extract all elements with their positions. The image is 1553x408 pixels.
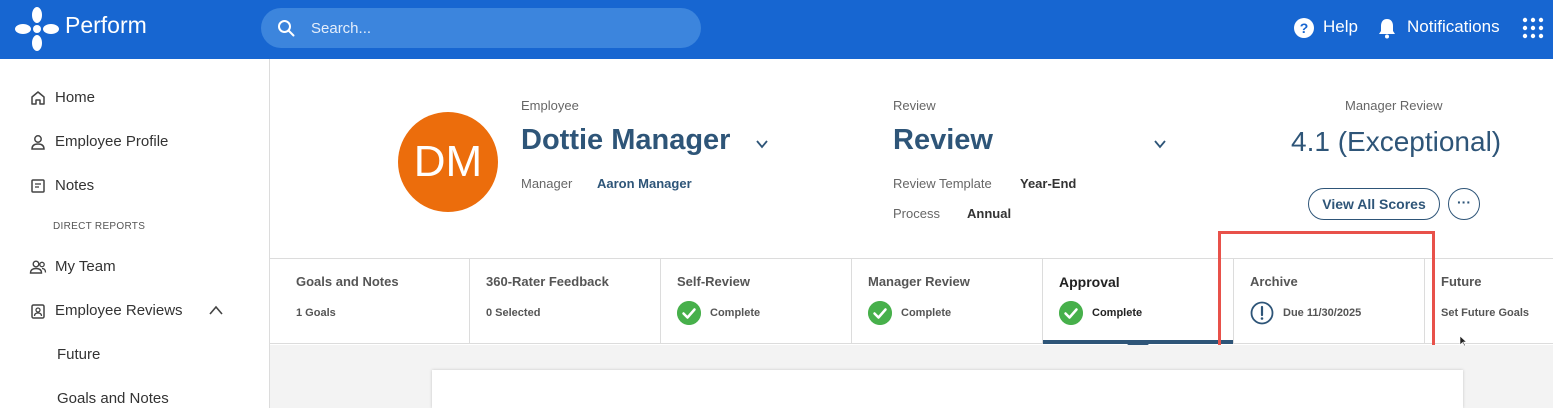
sidebar-item-employee-reviews[interactable]: Employee Reviews <box>0 293 269 329</box>
manager-label: Manager <box>521 176 573 191</box>
employee-label: Employee <box>521 98 579 113</box>
content-card <box>432 370 1463 408</box>
tab-title: Manager Review <box>868 274 970 289</box>
home-icon <box>31 91 45 105</box>
sidebar-item-label: Notes <box>55 177 95 194</box>
tab-status: Complete <box>901 307 952 319</box>
sidebar-item-notes[interactable]: Notes <box>0 168 269 204</box>
tab-self-review[interactable]: Self-Review Complete <box>661 259 852 344</box>
tab-status: Set Future Goals <box>1441 307 1530 319</box>
tab-title: Future <box>1441 274 1482 289</box>
highlight-box <box>1218 231 1435 363</box>
employee-name[interactable]: Dottie Manager <box>521 124 730 157</box>
apps-grid-icon[interactable] <box>1522 17 1544 39</box>
tab-approval[interactable]: Approval Complete <box>1043 259 1234 344</box>
process-value: Annual <box>967 206 1012 221</box>
search-icon <box>278 20 295 37</box>
tab-status: Complete <box>1092 307 1143 319</box>
checkmark-icon <box>677 301 701 325</box>
brand-name[interactable]: Perform <box>65 12 147 39</box>
more-options-button[interactable]: ··· <box>1448 188 1480 220</box>
tab-360-rater-feedback[interactable]: 360-Rater Feedback 0 Selected <box>470 259 661 344</box>
tab-title: Approval <box>1059 274 1120 290</box>
notifications-link[interactable]: Notifications <box>1407 17 1500 37</box>
sidebar-subitem-goals-and-notes[interactable]: Goals and Notes <box>57 390 169 407</box>
chevron-down-icon[interactable] <box>755 139 769 149</box>
tab-goals-and-notes[interactable]: Goals and Notes 1 Goals <box>280 259 470 344</box>
help-link[interactable]: Help <box>1323 17 1358 37</box>
view-all-scores-button[interactable]: View All Scores <box>1308 188 1440 220</box>
person-icon <box>31 135 45 150</box>
sidebar-item-my-team[interactable]: My Team <box>0 249 269 285</box>
top-bar: Perform Search... ? Help Notifications <box>0 0 1553 59</box>
chevron-up-icon[interactable] <box>208 304 224 316</box>
review-template-value: Year-End <box>1020 176 1077 191</box>
search-bar[interactable]: Search... <box>261 8 701 48</box>
sidebar-item-label: Employee Reviews <box>55 302 183 319</box>
tab-title: Self-Review <box>677 274 750 289</box>
manager-review-label: Manager Review <box>1345 98 1443 113</box>
tab-status: Complete <box>710 307 761 319</box>
tab-title: Goals and Notes <box>296 274 399 289</box>
tab-future[interactable]: Future Set Future Goals <box>1425 259 1553 344</box>
mouse-cursor-icon <box>1459 335 1467 347</box>
process-label: Process <box>893 206 940 221</box>
tab-status: 1 Goals <box>296 307 336 319</box>
svg-text:?: ? <box>1300 20 1309 36</box>
sidebar-subitem-future[interactable]: Future <box>57 346 100 363</box>
notes-icon <box>31 179 45 193</box>
checkmark-icon <box>1059 301 1083 325</box>
search-input[interactable]: Search... <box>311 20 371 37</box>
logo-icon[interactable] <box>14 6 60 52</box>
tab-manager-review[interactable]: Manager Review Complete <box>852 259 1043 344</box>
tab-status: 0 Selected <box>486 307 541 319</box>
sidebar-item-home[interactable]: Home <box>0 80 269 116</box>
bell-icon[interactable] <box>1377 17 1397 39</box>
sidebar-section-heading: DIRECT REPORTS <box>53 221 146 232</box>
review-badge-icon <box>31 304 45 319</box>
review-name[interactable]: Review <box>893 124 993 157</box>
review-template-label: Review Template <box>893 176 992 191</box>
checkmark-icon <box>868 301 892 325</box>
manager-name-link[interactable]: Aaron Manager <box>597 176 692 191</box>
team-icon <box>29 260 47 274</box>
chevron-down-icon[interactable] <box>1153 139 1167 149</box>
sidebar-item-label: My Team <box>55 258 116 275</box>
sidebar-item-employee-profile[interactable]: Employee Profile <box>0 124 269 160</box>
tab-title: 360-Rater Feedback <box>486 274 609 289</box>
avatar: DM <box>398 112 498 212</box>
manager-review-score: 4.1 (Exceptional) <box>1291 126 1502 157</box>
help-icon[interactable]: ? <box>1293 17 1315 39</box>
sidebar-item-label: Home <box>55 89 96 106</box>
sidebar: Home Employee Profile Notes DIRECT REPOR… <box>0 59 270 408</box>
sidebar-item-label: Employee Profile <box>55 133 169 150</box>
review-label: Review <box>893 98 936 113</box>
